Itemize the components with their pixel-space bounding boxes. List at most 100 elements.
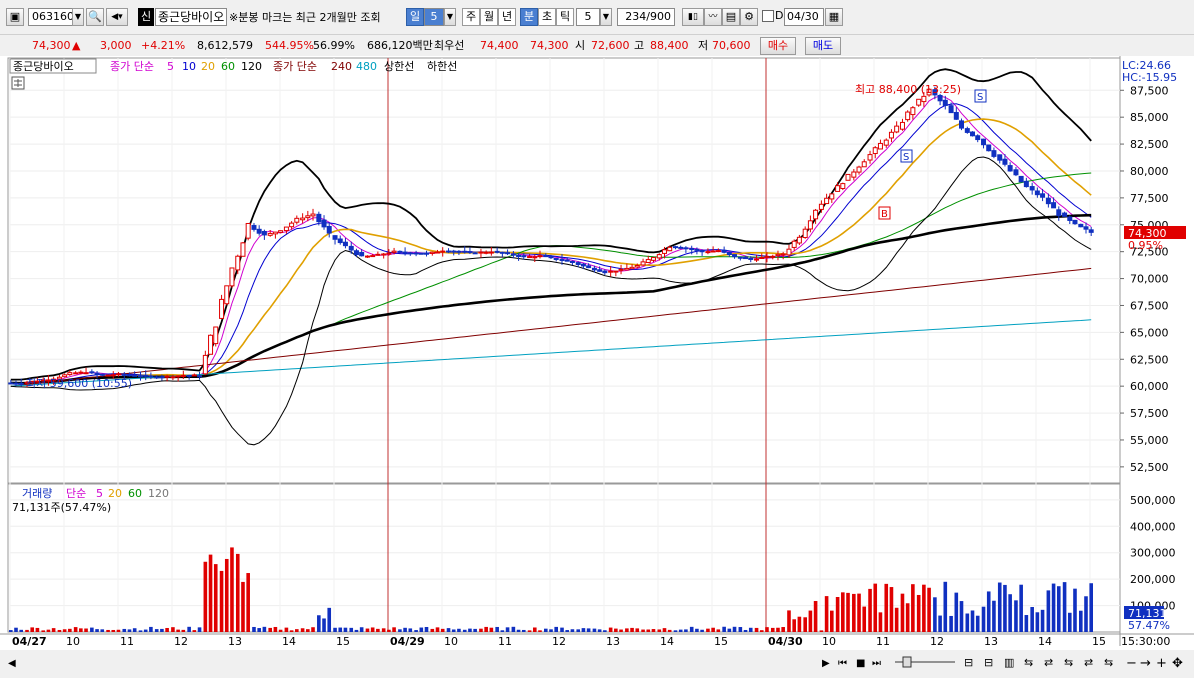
trade-amount: 686,120백만 <box>367 39 433 52</box>
tool-icon-4[interactable]: ⇆ <box>1024 656 1033 669</box>
volume-bar <box>197 627 202 632</box>
tick-button[interactable]: 틱 <box>556 8 574 26</box>
minute-button[interactable]: 분 <box>520 8 538 26</box>
volume-bar <box>803 617 807 632</box>
candle-body <box>154 376 160 379</box>
interval-select[interactable]: 5 <box>576 8 600 26</box>
period-day-button[interactable]: 일 <box>406 8 424 26</box>
sell-button[interactable]: 매도 <box>805 37 841 55</box>
scroll-right-icon[interactable]: ▶ <box>822 658 830 669</box>
candle-body <box>986 144 992 152</box>
tool-icon-3[interactable]: ▥ <box>1004 656 1014 669</box>
expand-icon[interactable]: → <box>1140 656 1151 671</box>
year-button[interactable]: 년 <box>498 8 516 26</box>
volume-bar <box>797 616 802 632</box>
open-label: 시 <box>575 39 586 52</box>
volume-pane <box>7 483 1121 633</box>
month-button[interactable]: 월 <box>480 8 498 26</box>
volume-tick-label: 500,000 <box>1130 494 1176 507</box>
first-page-icon[interactable]: ⏮ <box>838 658 847 669</box>
volume-bar <box>527 630 532 632</box>
tool-icon-1[interactable]: ⊟ <box>964 656 973 669</box>
week-button[interactable]: 주 <box>462 8 480 26</box>
candle-body <box>559 258 565 261</box>
volume-bar <box>975 615 980 632</box>
chevron-down-icon[interactable]: ▼ <box>444 8 456 26</box>
date-checkbox[interactable] <box>762 10 774 22</box>
candle-body <box>921 95 927 103</box>
volume-legend-prefix: 단순 <box>66 487 86 500</box>
y-tick-label: 80,000 <box>1130 165 1169 178</box>
volume-bar <box>787 610 791 632</box>
volume-pct-tag: 57.47% <box>1128 619 1170 632</box>
period-num-select[interactable]: 5 <box>424 8 444 26</box>
volume-bar <box>927 587 931 632</box>
volume-bar <box>1003 584 1007 632</box>
volume-bar <box>278 629 283 632</box>
volume-bar <box>451 629 456 632</box>
calendar-icon[interactable]: ▦ <box>825 8 843 26</box>
candle-style-icon[interactable]: ▮▯ <box>682 8 704 26</box>
volume-bar <box>300 628 305 632</box>
candle-body <box>467 251 473 254</box>
stock-name-field[interactable]: 종근당바이오 <box>155 8 227 26</box>
candle-body <box>494 250 500 253</box>
tool-icon-2[interactable]: ⊟ <box>984 656 993 669</box>
zoom-in-icon[interactable]: + <box>1156 656 1167 671</box>
volume-bar <box>603 630 607 632</box>
candle-body <box>300 217 306 221</box>
line-style-icon[interactable]: 〰 <box>704 8 722 26</box>
buy-button[interactable]: 매수 <box>760 37 796 55</box>
count-field[interactable]: 234/900 <box>617 8 675 26</box>
best-bid-label: 최우선 <box>434 39 465 52</box>
candle-body <box>527 256 533 259</box>
volume-bar <box>868 588 872 632</box>
speaker-icon[interactable]: ◀▾ <box>106 8 128 26</box>
second-button[interactable]: 초 <box>538 8 556 26</box>
candle-body <box>446 250 452 253</box>
y-tick-label: 52,500 <box>1130 461 1169 474</box>
candle-body <box>505 252 511 255</box>
candle-body <box>813 209 819 220</box>
y-tick-label: 60,000 <box>1130 380 1169 393</box>
candle-body <box>478 251 484 254</box>
menu-icon[interactable]: ▣ <box>6 8 24 26</box>
candle-body <box>824 197 830 205</box>
low-annotation: 최저 59,600 (10:55) <box>26 377 132 390</box>
candle-body <box>13 382 19 385</box>
candle-body <box>208 334 214 355</box>
volume-bar <box>970 610 975 632</box>
save-icon[interactable]: ▤ <box>722 8 740 26</box>
search-icon[interactable]: 🔍 <box>86 8 104 26</box>
scroll-left-icon[interactable]: ◀ <box>8 658 16 669</box>
zoom-handle[interactable] <box>902 656 912 668</box>
volume-bar <box>289 630 294 632</box>
zoom-out-icon[interactable]: − <box>1126 656 1137 671</box>
volume-bar <box>176 629 180 632</box>
date-check-label: D <box>775 9 784 22</box>
candle-body <box>888 131 894 139</box>
volume-bar <box>684 629 688 632</box>
volume-bar <box>738 627 743 632</box>
candle-body <box>867 154 873 161</box>
gear-icon[interactable]: ⚙ <box>740 8 758 26</box>
legend-upper-band: 상한선 <box>384 60 414 73</box>
tool-icon-6[interactable]: ⇆ <box>1064 656 1073 669</box>
candle-body <box>321 219 327 228</box>
tool-icon-7[interactable]: ⇄ <box>1084 656 1093 669</box>
date-field[interactable]: 04/30 <box>784 8 824 26</box>
last-page-icon[interactable]: ⏭ <box>872 658 881 669</box>
change-value: 3,000 <box>100 39 132 52</box>
volume-bar <box>1089 583 1093 632</box>
candle-body <box>499 251 505 254</box>
volume-bar <box>343 627 348 632</box>
price-chart-svg[interactable]: 87,50085,00082,50080,00077,50075,00072,5… <box>0 56 1194 675</box>
tool-icon-5[interactable]: ⇄ <box>1044 656 1053 669</box>
tool-icon-8[interactable]: ⇆ <box>1104 656 1113 669</box>
volume-bar <box>311 627 315 632</box>
chevron-down-icon[interactable]: ▼ <box>72 8 84 26</box>
volume-bar <box>257 628 261 632</box>
move-icon[interactable]: ✥ <box>1172 656 1183 671</box>
stop-icon[interactable]: ■ <box>856 658 865 669</box>
chevron-down-icon[interactable]: ▼ <box>600 8 612 26</box>
